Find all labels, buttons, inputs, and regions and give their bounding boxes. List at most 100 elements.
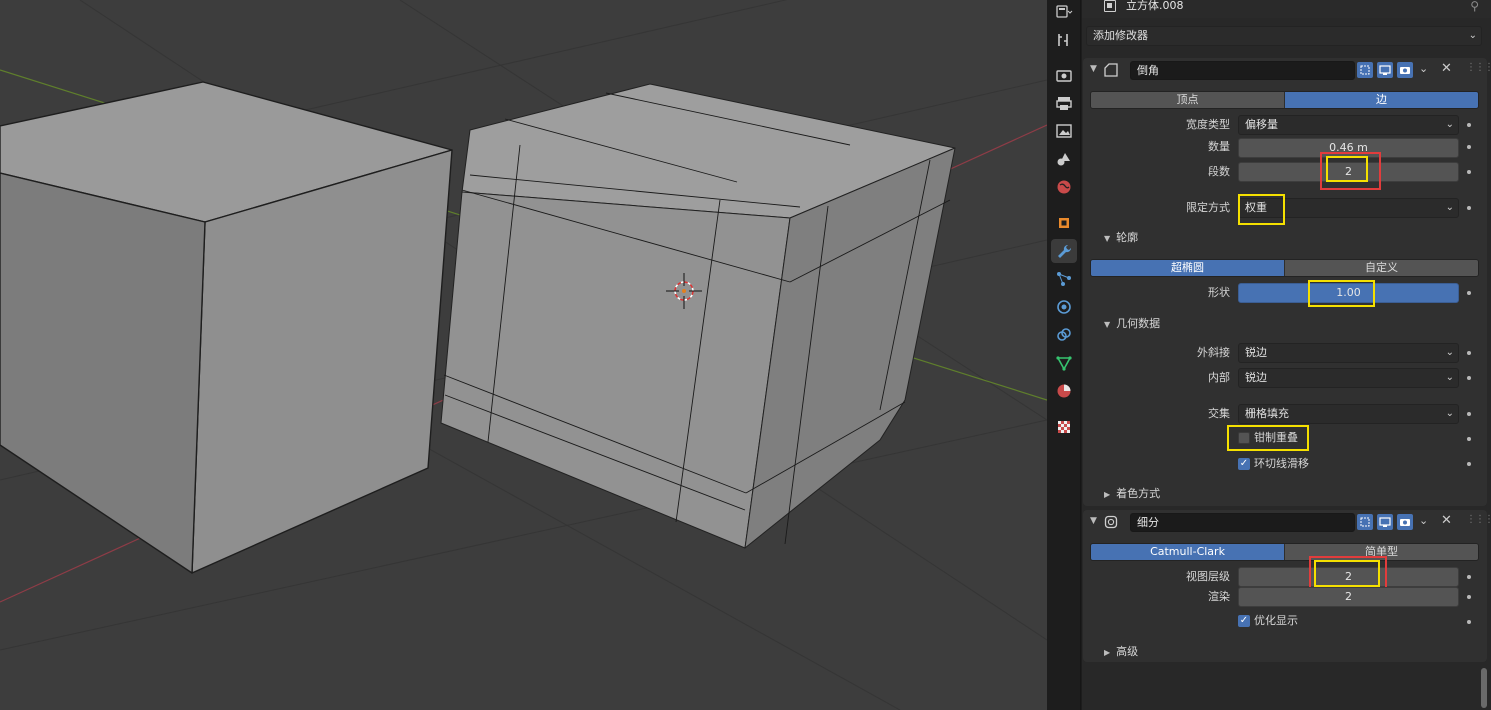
loop-slide-label: 环切线滑移: [1254, 457, 1309, 470]
keyframe-dot[interactable]: [1467, 170, 1471, 174]
edit-mode-icon: [1360, 517, 1370, 527]
tab-world[interactable]: [1051, 175, 1077, 199]
keyframe-dot[interactable]: [1467, 620, 1471, 624]
tab-physics[interactable]: [1051, 295, 1077, 319]
amount-field[interactable]: 0.46 m: [1238, 138, 1459, 158]
bevel-modifier-icon: [1104, 63, 1118, 77]
edit-mode-toggle[interactable]: [1357, 62, 1373, 78]
wrench-icon: [1058, 244, 1072, 258]
tab-scene[interactable]: [1051, 147, 1077, 171]
chevron-down-icon: ⌄: [1445, 119, 1454, 130]
render-levels-field[interactable]: 2: [1238, 587, 1459, 607]
collapse-triangle-icon[interactable]: ▼: [1090, 516, 1097, 526]
keyframe-dot[interactable]: [1467, 376, 1471, 380]
viewport-display-toggle[interactable]: [1377, 62, 1393, 78]
keyframe-dot[interactable]: [1467, 206, 1471, 210]
keyframe-dot[interactable]: [1467, 437, 1471, 441]
width-type-value: 偏移量: [1245, 118, 1278, 131]
optimal-display-checkbox[interactable]: ✓: [1238, 615, 1250, 627]
remove-modifier-icon[interactable]: ✕: [1441, 513, 1452, 528]
tab-data[interactable]: [1051, 351, 1077, 375]
modifier-options-chevron-icon[interactable]: ⌄: [1419, 514, 1428, 527]
tab-texture[interactable]: [1051, 415, 1077, 439]
left-cube: [0, 81, 453, 574]
render-toggle[interactable]: [1397, 514, 1413, 530]
remove-modifier-icon[interactable]: ✕: [1441, 61, 1452, 76]
editor-type-icon: [1056, 5, 1073, 18]
tab-output[interactable]: [1051, 91, 1077, 115]
modifier-options-chevron-icon[interactable]: ⌄: [1419, 62, 1428, 75]
miter-outer-value: 锐边: [1245, 346, 1267, 359]
keyframe-dot[interactable]: [1467, 595, 1471, 599]
keyframe-dot[interactable]: [1467, 123, 1471, 127]
editor-type-menu[interactable]: [1051, 0, 1077, 24]
tab-tool[interactable]: [1051, 28, 1077, 52]
miter-inner-label: 内部: [1208, 371, 1230, 384]
pin-icon[interactable]: ⚲: [1470, 0, 1479, 12]
keyframe-dot[interactable]: [1467, 412, 1471, 416]
properties-scrollbar[interactable]: [1481, 668, 1487, 708]
limit-method-dropdown[interactable]: 权重 ⌄: [1238, 198, 1459, 218]
particles-icon: [1057, 272, 1071, 286]
profile-option-custom[interactable]: 自定义: [1284, 260, 1478, 276]
collapse-triangle-icon: ▼: [1104, 234, 1111, 243]
expand-triangle-icon: ▶: [1104, 648, 1111, 657]
drag-handle-icon[interactable]: ⋮⋮⋮: [1466, 62, 1491, 73]
miter-outer-dropdown[interactable]: 锐边 ⌄: [1238, 343, 1459, 363]
physics-icon: [1057, 300, 1071, 314]
subdivision-type-segmented-control[interactable]: Catmull-Clark 简单型: [1090, 543, 1479, 561]
keyframe-dot[interactable]: [1467, 291, 1471, 295]
profile-type-segmented-control[interactable]: 超椭圆 自定义: [1090, 259, 1479, 277]
constraints-icon: [1057, 328, 1071, 341]
tab-particles[interactable]: [1051, 267, 1077, 291]
shape-slider[interactable]: 1.00: [1238, 283, 1459, 303]
add-modifier-dropdown[interactable]: 添加修改器 ⌄: [1086, 26, 1482, 46]
collapse-triangle-icon[interactable]: ▼: [1090, 64, 1097, 74]
tab-render[interactable]: [1051, 63, 1077, 87]
world-icon: [1057, 180, 1071, 194]
monitor-icon: [1379, 65, 1391, 75]
tab-constraints[interactable]: [1051, 323, 1077, 347]
clamp-overlap-checkbox[interactable]: [1238, 432, 1250, 444]
drag-handle-icon[interactable]: ⋮⋮⋮: [1466, 514, 1491, 525]
tool-icon: [1058, 34, 1068, 46]
keyframe-dot[interactable]: [1467, 575, 1471, 579]
width-type-dropdown[interactable]: 偏移量 ⌄: [1238, 115, 1459, 135]
width-type-label: 宽度类型: [1186, 118, 1230, 131]
segments-field[interactable]: 2: [1238, 162, 1459, 182]
loop-slide-checkbox[interactable]: ✓: [1238, 458, 1250, 470]
edit-mode-toggle[interactable]: [1357, 514, 1373, 530]
3d-viewport[interactable]: [0, 0, 1047, 710]
miter-outer-label: 外斜接: [1197, 346, 1230, 359]
tab-material[interactable]: [1051, 379, 1077, 403]
miter-inner-dropdown[interactable]: 锐边 ⌄: [1238, 368, 1459, 388]
advanced-section-header[interactable]: ▶ 高级: [1104, 644, 1138, 660]
geometry-section-header[interactable]: ▼ 几何数据: [1104, 316, 1160, 332]
subdivision-name-field[interactable]: 细分: [1130, 513, 1355, 532]
profile-section-header[interactable]: ▼ 轮廓: [1104, 230, 1138, 246]
mesh-data-icon: [1056, 356, 1072, 371]
limit-method-label: 限定方式: [1186, 201, 1230, 214]
tab-object[interactable]: [1051, 211, 1077, 235]
subdivision-option-simple[interactable]: 简单型: [1284, 544, 1478, 560]
render-toggle[interactable]: [1397, 62, 1413, 78]
viewport-levels-field[interactable]: 2: [1238, 567, 1459, 587]
intersection-dropdown[interactable]: 栅格填充 ⌄: [1238, 404, 1459, 424]
chevron-down-icon: ⌄: [1468, 30, 1477, 41]
affect-option-edges[interactable]: 边: [1284, 92, 1478, 108]
shading-section-header[interactable]: ▶ 着色方式: [1104, 486, 1160, 502]
printer-icon: [1056, 97, 1072, 110]
tab-modifiers[interactable]: [1051, 239, 1077, 263]
viewport-display-toggle[interactable]: [1377, 514, 1393, 530]
amount-label: 数量: [1208, 140, 1230, 153]
keyframe-dot[interactable]: [1467, 462, 1471, 466]
affect-option-vertices[interactable]: 顶点: [1091, 92, 1284, 108]
profile-option-superellipse[interactable]: 超椭圆: [1091, 260, 1284, 276]
object-name: 立方体.008: [1126, 0, 1184, 12]
affect-segmented-control[interactable]: 顶点 边: [1090, 91, 1479, 109]
keyframe-dot[interactable]: [1467, 351, 1471, 355]
subdivision-option-catmull-clark[interactable]: Catmull-Clark: [1091, 544, 1284, 560]
bevel-name-field[interactable]: 倒角: [1130, 61, 1355, 80]
keyframe-dot[interactable]: [1467, 145, 1471, 149]
tab-view-layer[interactable]: [1051, 119, 1077, 143]
